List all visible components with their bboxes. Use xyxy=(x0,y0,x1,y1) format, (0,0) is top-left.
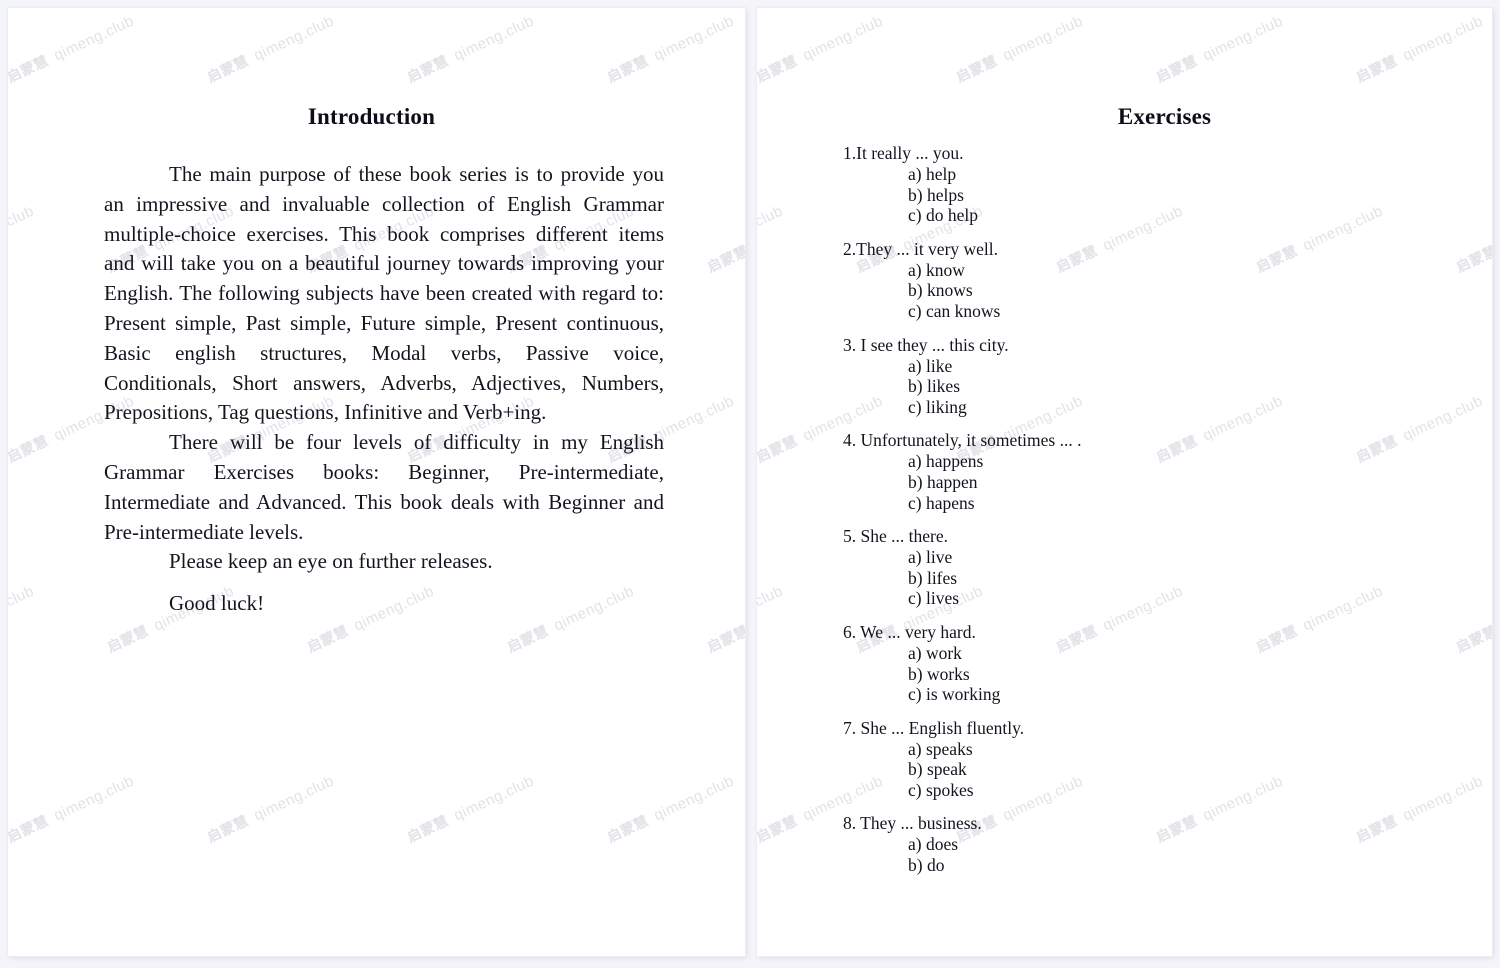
question-option[interactable]: a) like xyxy=(843,356,1273,377)
question-text: 7. She ... English fluently. xyxy=(843,717,1025,738)
question-option[interactable]: a) live xyxy=(843,547,1273,568)
question-option[interactable]: c) lives xyxy=(843,588,1273,609)
question-options: a) work b) works c) is working xyxy=(843,643,1273,705)
question-options: a) help b) helps c) do help xyxy=(843,164,1273,226)
question-text: 6. We ... very hard. xyxy=(843,621,976,642)
question-option[interactable]: b) helps xyxy=(843,185,1273,206)
question-option[interactable]: b) likes xyxy=(843,376,1273,397)
question-option[interactable]: b) speak xyxy=(843,759,1273,780)
question-option[interactable]: b) works xyxy=(843,664,1273,685)
page-right: 启蒙慧qimeng.club 启蒙慧qimeng.club 启蒙慧qimeng.cl… xyxy=(757,8,1492,956)
question-option[interactable]: a) work xyxy=(843,643,1273,664)
question-options: a) live b) lifes c) lives xyxy=(843,547,1273,609)
exercise-item: 8. They ... business. a) does b) do xyxy=(843,813,1273,875)
question-option[interactable]: a) does xyxy=(843,834,1273,855)
question-option[interactable]: a) help xyxy=(843,164,1273,185)
introduction-body: The main purpose of these book series is… xyxy=(104,160,664,619)
exercise-item: 6. We ... very hard. a) work b) works c) is… xyxy=(843,622,1273,705)
intro-paragraph-4: Good luck! xyxy=(169,591,265,616)
question-text: 1.It really ... you. xyxy=(843,143,964,163)
intro-paragraph-3: Please keep an eye on further releases. xyxy=(169,549,493,574)
question-option[interactable]: c) hapens xyxy=(843,493,1273,514)
page-title-exercises: Exercises xyxy=(1117,104,1212,129)
question-options: a) know b) knows c) can knows xyxy=(843,260,1273,322)
question-option[interactable]: c) liking xyxy=(843,397,1273,418)
page-right-content: Exercises 1.It really ... you. a) help b) … xyxy=(757,8,1492,956)
exercise-item: 2.They ... it very well. a) know b) knows c… xyxy=(843,239,1273,322)
question-option[interactable]: c) can knows xyxy=(843,301,1273,322)
question-options: a) does b) do xyxy=(843,834,1273,875)
question-option[interactable]: b) knows xyxy=(843,280,1273,301)
page-title-introduction: Introduction xyxy=(307,104,436,129)
page-left-content: Introduction The main purpose of these b… xyxy=(8,8,745,956)
question-text: 2.They ... it very well. xyxy=(843,238,999,259)
exercise-item: 7. She ... English fluently. a) speaks b) … xyxy=(843,718,1273,801)
question-options: a) happens b) happen c) hapens xyxy=(843,451,1273,513)
question-option[interactable]: c) do help xyxy=(843,205,1273,226)
question-text: 5. She ... there. xyxy=(843,526,948,547)
question-text: 8. They ... business. xyxy=(843,813,982,834)
question-option[interactable]: c) spokes xyxy=(843,780,1273,801)
intro-paragraph-2: There will be four levels of difficulty … xyxy=(104,430,664,544)
exercise-item: 5. She ... there. a) live b) lifes c) lives xyxy=(843,526,1273,609)
question-option[interactable]: b) do xyxy=(843,855,1273,876)
question-options: a) speaks b) speak c) spokes xyxy=(843,739,1273,801)
exercise-item: 3. I see they ... this city. a) like b) li… xyxy=(843,335,1273,418)
exercise-item: 1.It really ... you. a) help b) helps c) do… xyxy=(843,143,1273,226)
page-left: 启蒙慧qimeng.club 启蒙慧qimeng.club 启蒙慧qimeng.cl… xyxy=(8,8,745,956)
question-option[interactable]: a) speaks xyxy=(843,739,1273,760)
question-option[interactable]: b) happen xyxy=(843,472,1273,493)
question-option[interactable]: a) know xyxy=(843,260,1273,281)
question-option[interactable]: a) happens xyxy=(843,451,1273,472)
question-option[interactable]: c) is working xyxy=(843,684,1273,705)
exercise-list: 1.It really ... you. a) help b) helps c) do… xyxy=(843,143,1273,889)
question-option[interactable]: b) lifes xyxy=(843,568,1273,589)
exercise-item: 4. Unfortunately, it sometimes ... . a) h… xyxy=(843,430,1273,513)
question-text: 4. Unfortunately, it sometimes ... . xyxy=(843,430,1082,451)
question-options: a) like b) likes c) liking xyxy=(843,356,1273,418)
intro-paragraph-1: The main purpose of these book series is… xyxy=(104,162,664,425)
question-text: 3. I see they ... this city. xyxy=(843,334,1009,355)
document-viewer: 启蒙慧qimeng.club 启蒙慧qimeng.club 启蒙慧qimeng.cl… xyxy=(0,0,1500,968)
